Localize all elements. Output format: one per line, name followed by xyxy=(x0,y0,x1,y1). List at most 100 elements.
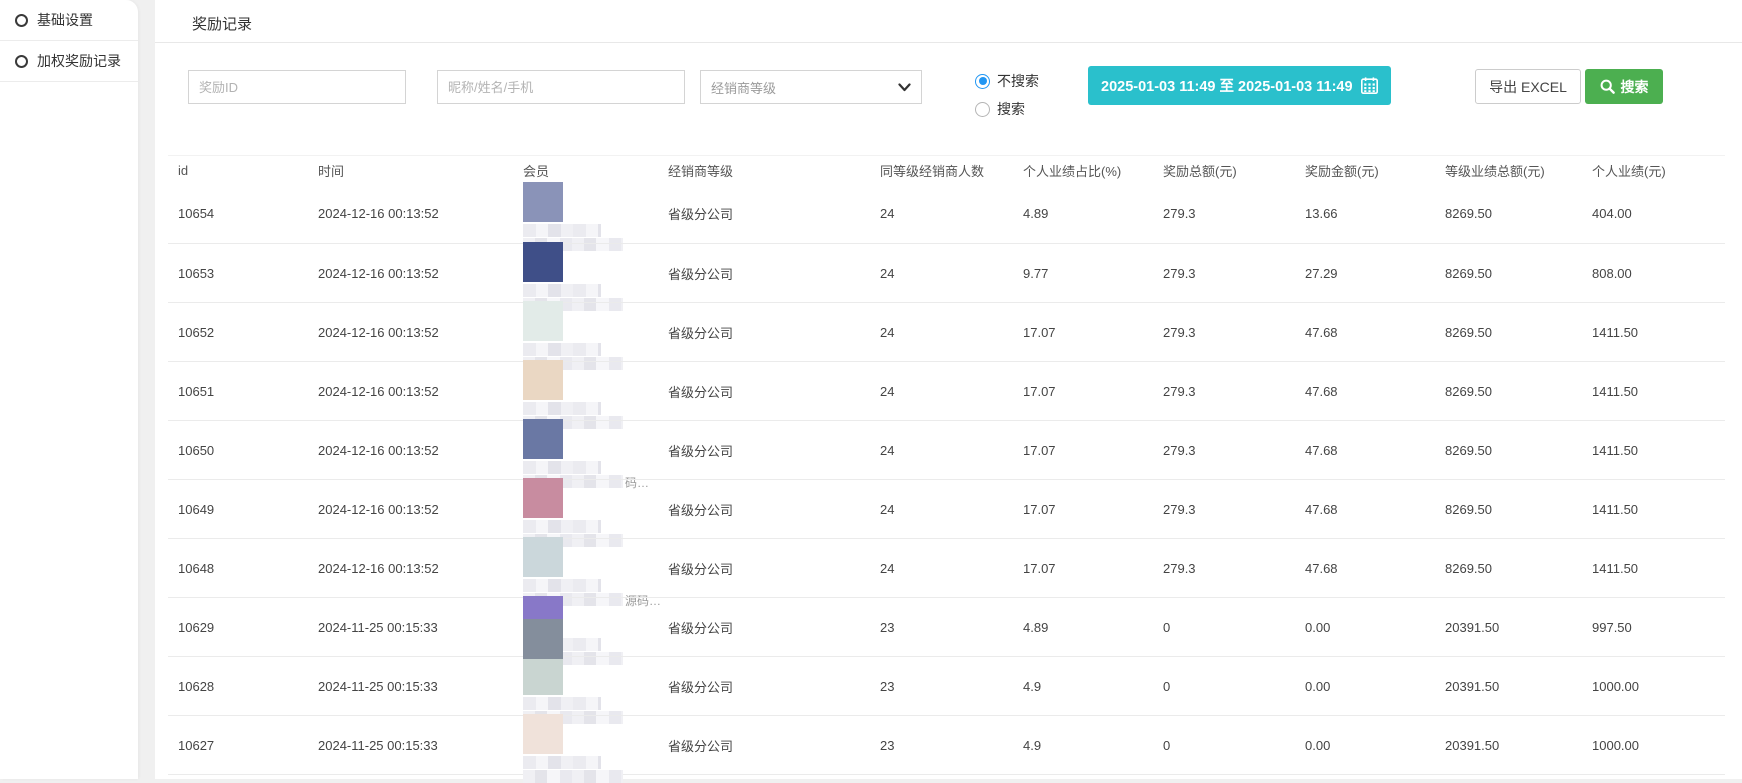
member-name-blur xyxy=(523,697,601,710)
member-name-blur xyxy=(523,770,623,783)
column-header-3: 经销商等级 xyxy=(668,161,880,180)
cell-reward-total: 279.3 xyxy=(1163,266,1305,281)
member-cell xyxy=(523,184,668,243)
cell-dealer-level: 省级分公司 xyxy=(668,677,880,696)
cell-peer-count: 24 xyxy=(880,443,1023,458)
cell-level-total: 8269.50 xyxy=(1445,325,1592,340)
member-avatar xyxy=(523,419,563,459)
radio-checked-icon xyxy=(975,74,990,89)
circle-icon xyxy=(15,55,28,68)
sidebar-item-weighted-reward-records[interactable]: 加权奖励记录 xyxy=(0,41,138,82)
circle-icon xyxy=(15,14,28,27)
table-row: 106282024-11-25 00:15:33省级分公司234.900.002… xyxy=(168,656,1725,715)
cell-member xyxy=(523,362,668,421)
cell-dealer-level: 省级分公司 xyxy=(668,736,880,755)
cell-member xyxy=(523,244,668,303)
table-body: 106542024-12-16 00:13:52省级分公司244.89279.3… xyxy=(168,184,1725,774)
cell-reward-total: 279.3 xyxy=(1163,561,1305,576)
cell-personal-performance: 1000.00 xyxy=(1592,679,1725,694)
calendar-icon xyxy=(1361,77,1378,94)
member-name-blur xyxy=(523,520,601,533)
table-row: 106292024-11-25 00:15:33省级分公司234.8900.00… xyxy=(168,597,1725,656)
member-search-input[interactable] xyxy=(437,70,685,104)
cell-personal-ratio: 9.77 xyxy=(1023,266,1163,281)
cell-personal-ratio: 17.07 xyxy=(1023,384,1163,399)
cell-level-total: 8269.50 xyxy=(1445,206,1592,221)
radio-no-search[interactable]: 不搜索 xyxy=(975,70,1039,92)
cell-personal-performance: 1411.50 xyxy=(1592,561,1725,576)
member-name-blur xyxy=(523,461,601,474)
search-mode-radio-group: 不搜索 搜索 xyxy=(975,70,1039,126)
cell-peer-count: 23 xyxy=(880,679,1023,694)
cell-peer-count: 24 xyxy=(880,384,1023,399)
cell-dealer-level: 省级分公司 xyxy=(668,618,880,637)
cell-reward-total: 0 xyxy=(1163,620,1305,635)
table-row: 106532024-12-16 00:13:52省级分公司249.77279.3… xyxy=(168,243,1725,302)
partial-row-avatar xyxy=(523,619,563,659)
radio-search-label: 搜索 xyxy=(997,99,1025,119)
sidebar-item-basic-settings[interactable]: 基础设置 xyxy=(0,0,138,41)
cell-level-total: 8269.50 xyxy=(1445,443,1592,458)
cell-personal-performance: 1000.00 xyxy=(1592,738,1725,753)
cell-reward-amount: 0.00 xyxy=(1305,738,1445,753)
column-header-4: 同等级经销商人数 xyxy=(880,161,1023,180)
cell-time: 2024-12-16 00:13:52 xyxy=(318,384,523,399)
column-header-0: id xyxy=(168,163,318,178)
cell-peer-count: 24 xyxy=(880,325,1023,340)
export-excel-button[interactable]: 导出 EXCEL xyxy=(1475,69,1581,104)
cell-level-total: 20391.50 xyxy=(1445,620,1592,635)
member-avatar xyxy=(523,242,563,282)
radio-search[interactable]: 搜索 xyxy=(975,98,1039,120)
member-name-blur xyxy=(523,343,601,356)
cell-peer-count: 24 xyxy=(880,206,1023,221)
cell-peer-count: 23 xyxy=(880,738,1023,753)
column-header-7: 奖励金额(元) xyxy=(1305,161,1445,180)
member-cell xyxy=(523,716,668,775)
cell-id: 10627 xyxy=(168,738,318,753)
table-header-row: id时间会员经销商等级同等级经销商人数个人业绩占比(%)奖励总额(元)奖励金额(… xyxy=(168,155,1725,184)
cell-level-total: 8269.50 xyxy=(1445,502,1592,517)
table-row: 106502024-12-16 00:13:52码…省级分公司2417.0727… xyxy=(168,420,1725,479)
reward-id-input[interactable] xyxy=(188,70,406,104)
member-name-blur xyxy=(523,284,601,297)
cell-personal-ratio: 4.9 xyxy=(1023,738,1163,753)
page-title: 奖励记录 xyxy=(192,13,252,34)
cell-dealer-level: 省级分公司 xyxy=(668,264,880,283)
member-name-blur xyxy=(523,402,601,415)
cell-id: 10629 xyxy=(168,620,318,635)
cell-reward-amount: 27.29 xyxy=(1305,266,1445,281)
member-cell xyxy=(523,362,668,421)
search-button[interactable]: 搜索 xyxy=(1585,69,1663,104)
cell-level-total: 8269.50 xyxy=(1445,384,1592,399)
cell-reward-total: 279.3 xyxy=(1163,384,1305,399)
cell-personal-ratio: 4.9 xyxy=(1023,679,1163,694)
dealer-level-selected-value: 经销商等级 xyxy=(711,78,776,97)
cell-level-total: 8269.50 xyxy=(1445,266,1592,281)
cell-reward-total: 0 xyxy=(1163,679,1305,694)
column-header-1: 时间 xyxy=(318,161,523,180)
cell-personal-performance: 1411.50 xyxy=(1592,384,1725,399)
cell-time: 2024-11-25 00:15:33 xyxy=(318,738,523,753)
search-button-label: 搜索 xyxy=(1621,77,1649,97)
dealer-level-select[interactable]: 经销商等级 xyxy=(700,70,922,104)
cell-member: 码… xyxy=(523,421,668,480)
table-row: 106512024-12-16 00:13:52省级分公司2417.07279.… xyxy=(168,361,1725,420)
date-range-text: 2025-01-03 11:49 至 2025-01-03 11:49 xyxy=(1101,75,1353,96)
cell-reward-total: 279.3 xyxy=(1163,443,1305,458)
cell-personal-ratio: 17.07 xyxy=(1023,325,1163,340)
sidebar: 基础设置 加权奖励记录 xyxy=(0,0,138,779)
cell-reward-amount: 47.68 xyxy=(1305,561,1445,576)
table-bottom-divider xyxy=(168,774,1725,775)
cell-member: 源码… xyxy=(523,539,668,598)
cell-reward-amount: 47.68 xyxy=(1305,384,1445,399)
cell-reward-amount: 47.68 xyxy=(1305,443,1445,458)
cell-personal-performance: 1411.50 xyxy=(1592,325,1725,340)
member-cell xyxy=(523,244,668,303)
cell-member xyxy=(523,184,668,243)
sidebar-item-label: 加权奖励记录 xyxy=(37,51,121,71)
cell-peer-count: 24 xyxy=(880,266,1023,281)
date-range-button[interactable]: 2025-01-03 11:49 至 2025-01-03 11:49 xyxy=(1088,66,1391,105)
cell-personal-performance: 997.50 xyxy=(1592,620,1725,635)
cell-reward-total: 279.3 xyxy=(1163,325,1305,340)
cell-personal-performance: 1411.50 xyxy=(1592,502,1725,517)
